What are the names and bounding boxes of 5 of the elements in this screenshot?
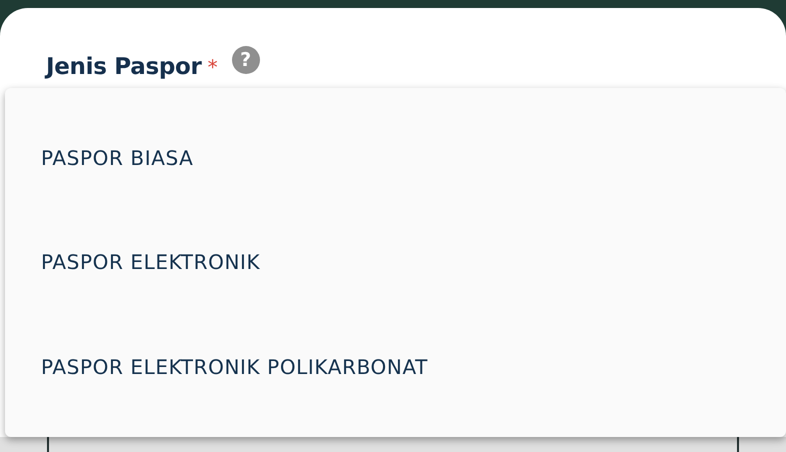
required-mark: *	[208, 55, 218, 79]
field-label: Jenis Paspor	[46, 54, 202, 80]
dropdown-option[interactable]: PASPOR ELEKTRONIK	[5, 250, 296, 274]
dropdown-option[interactable]: PASPOR BIASA	[5, 146, 230, 170]
dropdown-option[interactable]: PASPOR ELEKTRONIK POLIKARBONAT	[5, 354, 464, 379]
